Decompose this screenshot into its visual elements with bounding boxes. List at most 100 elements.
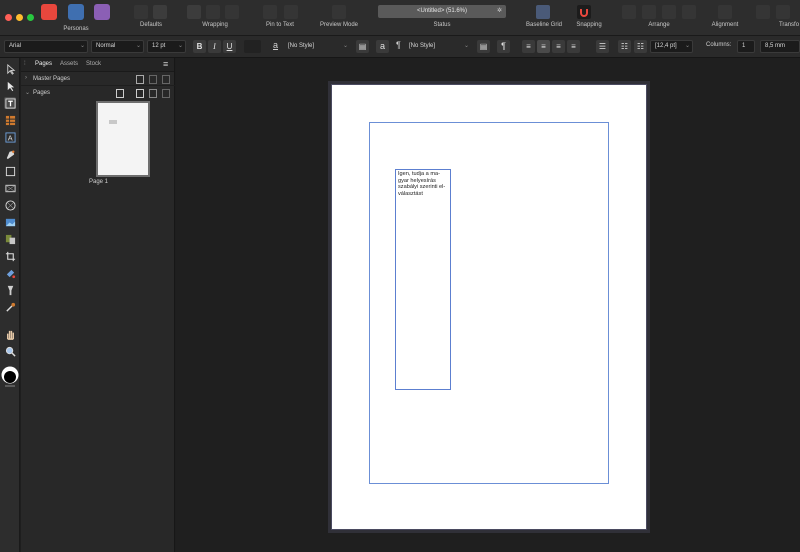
- pages-section[interactable]: ⌄ Pages: [21, 87, 175, 100]
- character-style-value: [No Style]: [288, 43, 315, 49]
- preview-mode-icon[interactable]: [332, 5, 346, 19]
- text-frame-content[interactable]: Igen, tudja a ma-gyar helyesírás szabály…: [398, 171, 445, 197]
- align-center-button[interactable]: ≡: [537, 40, 550, 53]
- snapping-magnet-icon[interactable]: [577, 5, 591, 19]
- arrange-front-icon[interactable]: [682, 5, 696, 19]
- document-canvas[interactable]: Igen, tudja a ma-gyar helyesírás szabály…: [176, 58, 800, 552]
- text-frame[interactable]: Igen, tudja a ma-gyar helyesírás szabály…: [395, 169, 451, 390]
- font-size-field[interactable]: 12 pt ⌄: [147, 40, 186, 53]
- bulleted-list-button[interactable]: ☷: [618, 40, 631, 53]
- gutter-value: 8,5 mm: [765, 43, 786, 49]
- character-style-select[interactable]: [No Style] ⌄: [283, 40, 351, 53]
- italic-button[interactable]: I: [208, 40, 221, 53]
- chevron-down-icon: ⌄: [135, 43, 141, 49]
- alignment-icon[interactable]: [718, 5, 732, 19]
- text-color-swatch[interactable]: [244, 40, 261, 53]
- wrapping-settings-icon[interactable]: [225, 5, 239, 19]
- font-style-select[interactable]: Normal ⌄: [91, 40, 144, 53]
- frame-text-tool-icon[interactable]: [4, 97, 16, 109]
- delete-master-icon[interactable]: [162, 75, 170, 84]
- status-document-field[interactable]: <Untitled> (51.6%) ✲: [378, 5, 506, 18]
- table-tool-icon[interactable]: [4, 114, 16, 126]
- picture-frame-ellipse-icon[interactable]: [4, 199, 16, 211]
- tab-pages[interactable]: Pages: [35, 61, 52, 67]
- pin-icon[interactable]: [263, 5, 277, 19]
- thumbnail-text-preview: [109, 120, 117, 124]
- document-page[interactable]: Igen, tudja a ma-gyar helyesírás szabály…: [331, 84, 647, 530]
- publisher-persona-icon[interactable]: [41, 4, 57, 20]
- wrapping-square-icon[interactable]: [187, 5, 201, 19]
- tab-stock[interactable]: Stock: [86, 61, 101, 67]
- justify-button[interactable]: ≡: [567, 40, 580, 53]
- chevron-down-icon: ⌄: [79, 43, 85, 49]
- pin-to-text-icon[interactable]: [284, 5, 298, 19]
- gutter-field[interactable]: 8,5 mm: [760, 40, 800, 53]
- picture-frame-rectangle-icon[interactable]: [4, 182, 16, 194]
- pages-label: Pages: [33, 90, 51, 96]
- baseline-grid-icon[interactable]: [536, 5, 550, 19]
- master-pages-label: Master Pages: [33, 76, 71, 82]
- settings-star-icon[interactable]: ✲: [497, 5, 502, 18]
- pen-tool-icon[interactable]: [4, 148, 16, 160]
- align-right-button[interactable]: ≡: [552, 40, 565, 53]
- wrapping-none-icon[interactable]: [206, 5, 220, 19]
- duplicate-master-icon[interactable]: [149, 75, 157, 84]
- arrange-back-icon[interactable]: [622, 5, 636, 19]
- master-pages-section[interactable]: › Master Pages: [21, 73, 175, 86]
- place-image-tool-icon[interactable]: [4, 216, 16, 228]
- arrange-forward-icon[interactable]: [662, 5, 676, 19]
- photo-persona-icon[interactable]: [94, 4, 110, 20]
- paragraph-button[interactable]: ¶: [497, 40, 510, 53]
- personas-label: Personas: [63, 26, 89, 32]
- color-swatch-icon[interactable]: [1, 364, 19, 388]
- fill-tool-icon[interactable]: [4, 267, 16, 279]
- minimize-window-button[interactable]: [16, 14, 23, 21]
- bold-button[interactable]: B: [193, 40, 206, 53]
- font-family-select[interactable]: Arial ⌄: [4, 40, 88, 53]
- panel-menu-icon[interactable]: ≡: [163, 59, 168, 69]
- numbered-list-button[interactable]: ☷: [634, 40, 647, 53]
- flip-horizontal-icon[interactable]: [756, 5, 770, 19]
- wrapping-label: Wrapping: [202, 22, 228, 28]
- columns-field[interactable]: 1: [737, 40, 755, 53]
- vector-crop-tool-icon[interactable]: [4, 233, 16, 245]
- defaults-settings-icon[interactable]: [153, 5, 167, 19]
- chevron-right-icon: ›: [25, 75, 27, 81]
- character-style-button[interactable]: a: [376, 40, 389, 53]
- duplicate-page-icon[interactable]: [149, 89, 157, 98]
- align-left-button[interactable]: ≡: [522, 40, 535, 53]
- arrange-backward-icon[interactable]: [642, 5, 656, 19]
- pin-to-text-label: Pin to Text: [266, 22, 294, 28]
- crop-tool-icon[interactable]: [4, 250, 16, 262]
- columns-label: Columns:: [706, 42, 732, 48]
- close-window-button[interactable]: [5, 14, 12, 21]
- paragraph-panel-button[interactable]: ▤: [477, 40, 490, 53]
- baseline-grid-label: Baseline Grid: [525, 22, 563, 28]
- artistic-text-tool-icon[interactable]: A: [4, 131, 16, 143]
- transparency-tool-icon[interactable]: [4, 284, 16, 296]
- designer-persona-icon[interactable]: [68, 4, 84, 20]
- color-picker-tool-icon[interactable]: [4, 301, 16, 313]
- grip-icon[interactable]: ⁞: [24, 61, 26, 67]
- node-tool-icon[interactable]: [4, 80, 16, 92]
- paragraph-style-select[interactable]: [No Style] ⌄: [404, 40, 472, 53]
- move-tool-icon[interactable]: [4, 63, 16, 75]
- underline-button[interactable]: U: [223, 40, 236, 53]
- leading-field[interactable]: [12,4 pt] ⌄: [650, 40, 693, 53]
- rectangle-tool-icon[interactable]: [4, 165, 16, 177]
- tab-assets[interactable]: Assets: [60, 61, 78, 67]
- add-master-icon[interactable]: [136, 75, 144, 84]
- character-panel-button[interactable]: ▤: [356, 40, 369, 53]
- transform-icon[interactable]: [776, 5, 790, 19]
- page-thumbnail[interactable]: [96, 101, 150, 177]
- vertical-align-button[interactable]: ☰: [596, 40, 609, 53]
- zoom-tool-icon[interactable]: [4, 345, 16, 357]
- zoom-window-button[interactable]: [27, 14, 34, 21]
- page-options-icon[interactable]: [116, 89, 124, 98]
- paragraph-style-icon: ¶: [396, 40, 401, 50]
- view-tool-hand-icon[interactable]: [4, 328, 16, 340]
- defaults-sync-icon[interactable]: [134, 5, 148, 19]
- delete-page-icon[interactable]: [162, 89, 170, 98]
- add-page-icon[interactable]: [136, 89, 144, 98]
- panel-tabs: ⁞ Pages Assets Stock ≡: [21, 58, 174, 72]
